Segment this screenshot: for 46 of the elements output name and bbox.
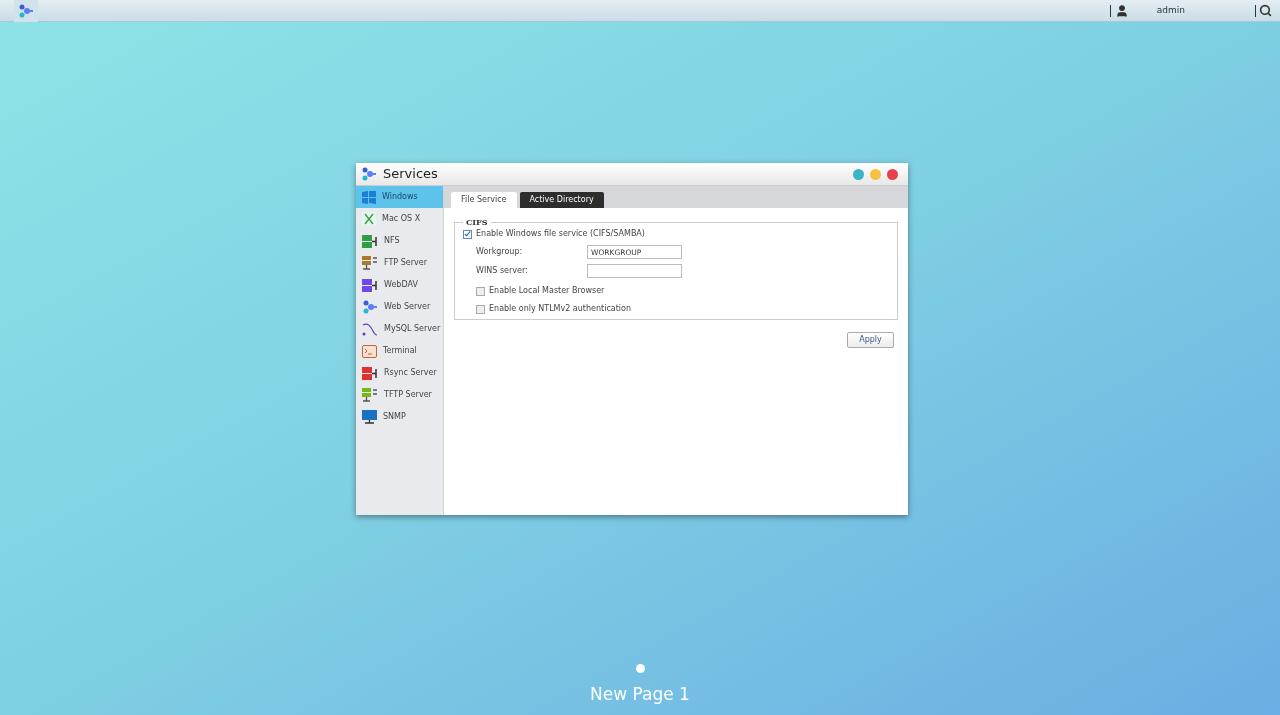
sidebar-item[interactable]: MySQL Server	[356, 318, 443, 340]
windows-logo-icon	[362, 190, 376, 204]
network-nodes-icon	[362, 300, 378, 314]
sidebar-item[interactable]: TFTP Server	[356, 384, 443, 406]
text-field[interactable]	[587, 264, 682, 278]
sidebar-item[interactable]: Windows	[356, 186, 443, 208]
checkbox[interactable]	[463, 229, 472, 239]
sidebar-item[interactable]: Rsync Server	[356, 362, 443, 384]
server-plug-icon	[362, 366, 378, 380]
user-icon[interactable]	[1114, 3, 1129, 18]
checkbox-label: Enable Local Master Browser	[489, 285, 605, 297]
network-nodes-icon	[361, 167, 377, 181]
checkbox-label: Enable Windows file service (CIFS/SAMBA)	[476, 228, 645, 240]
username[interactable]: admin	[1156, 3, 1185, 18]
server-transfer-icon	[362, 256, 378, 270]
close-button[interactable]	[887, 168, 898, 180]
sidebar-item[interactable]: WebDAV	[356, 274, 443, 296]
sidebar-item[interactable]: Web Server	[356, 296, 443, 318]
sidebar-item[interactable]: SNMP	[356, 406, 443, 428]
monitor-icon	[362, 410, 377, 424]
search-icon[interactable]	[1259, 4, 1272, 17]
window-title: Services	[383, 165, 438, 184]
field-label: Workgroup:	[476, 246, 524, 258]
checkbox[interactable]	[476, 304, 485, 314]
sidebar-item[interactable]: Mac OS X	[356, 208, 443, 230]
minimize-button[interactable]	[870, 168, 881, 180]
terminal-icon	[362, 344, 377, 358]
apply-button[interactable]: Apply	[847, 332, 894, 348]
tab[interactable]: Active Directory	[519, 192, 604, 208]
x-letter-icon	[362, 212, 376, 226]
checkbox[interactable]	[476, 286, 485, 296]
network-nodes-icon	[18, 3, 34, 18]
tab[interactable]: File Service	[451, 192, 517, 208]
sidebar-item[interactable]: NFS	[356, 230, 443, 252]
server-plug-icon	[362, 278, 378, 292]
field-label: WINS server:	[476, 265, 529, 277]
group-legend: CIFS	[463, 216, 491, 228]
dolphin-line-icon	[362, 322, 378, 336]
page-label: New Page 1	[590, 683, 690, 706]
server-transfer-icon	[362, 388, 378, 402]
checkbox-label: Enable only NTLMv2 authentication	[489, 303, 631, 315]
main-menu-button[interactable]	[14, 0, 38, 22]
sidebar-item[interactable]: FTP Server	[356, 252, 443, 274]
server-plug-icon	[362, 234, 378, 248]
help-button[interactable]	[853, 168, 864, 180]
sidebar-item[interactable]: Terminal	[356, 340, 443, 362]
